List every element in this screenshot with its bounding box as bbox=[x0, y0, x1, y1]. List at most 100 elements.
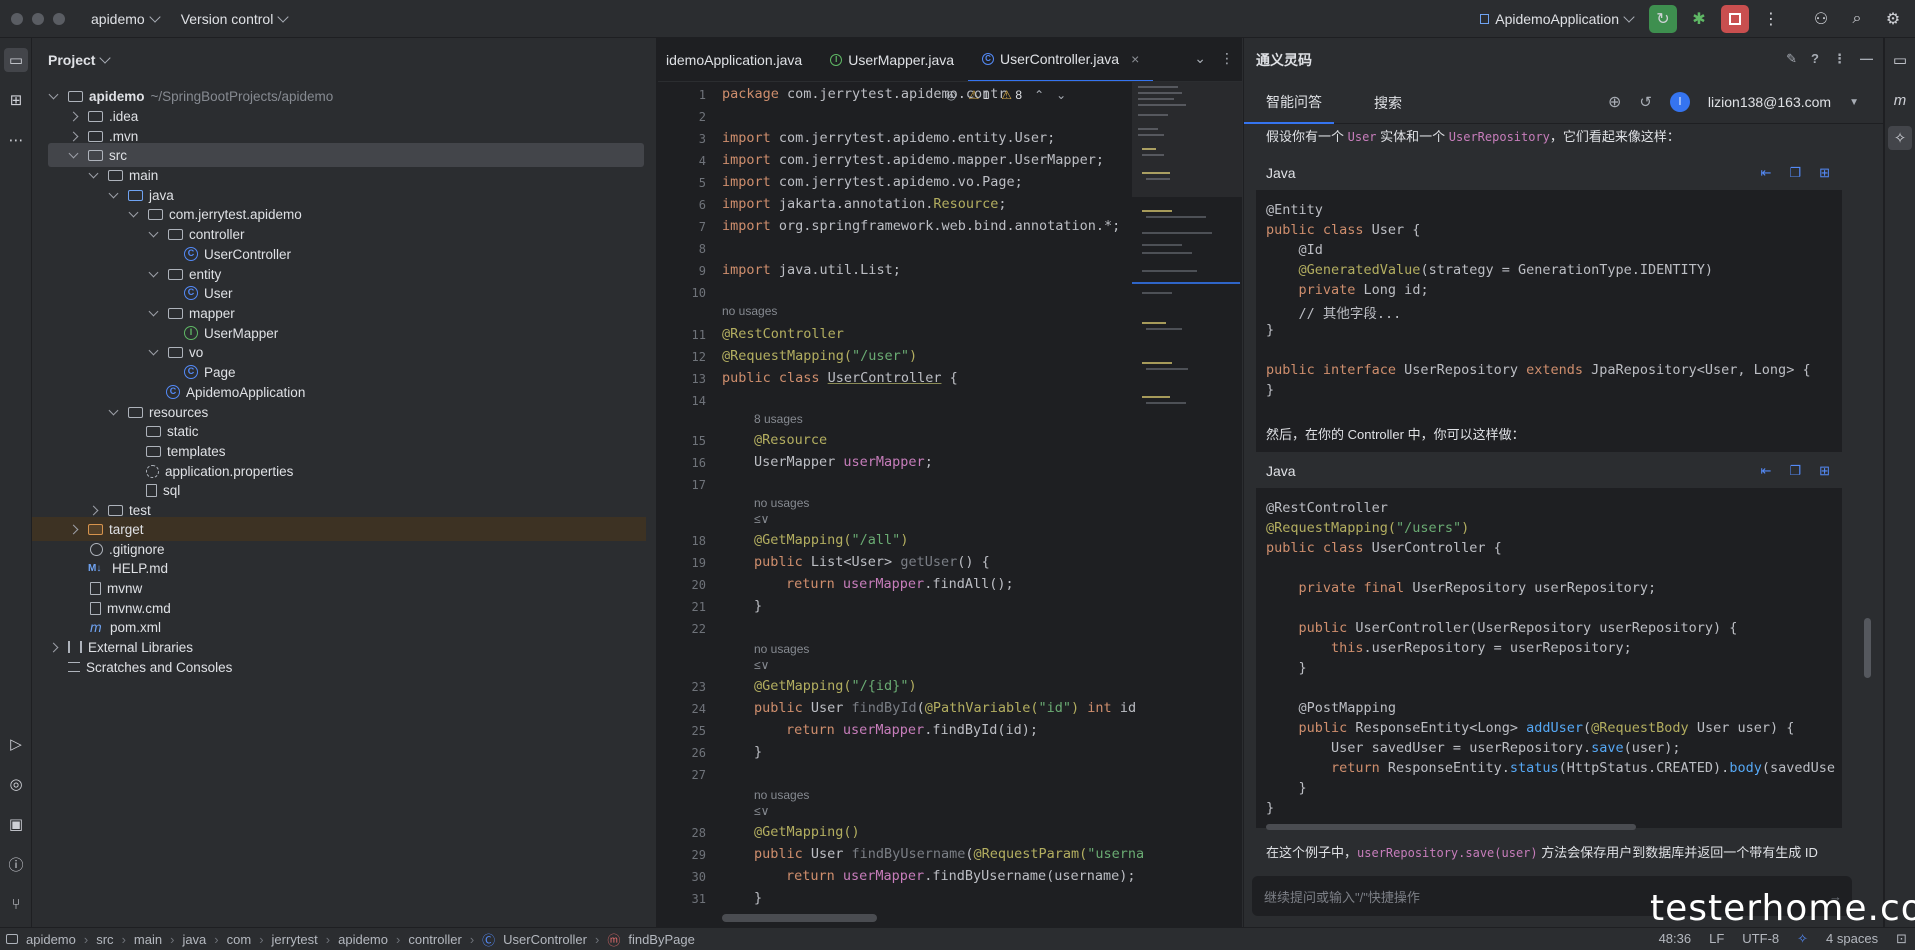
breadcrumb-item[interactable]: controller bbox=[408, 932, 461, 947]
breadcrumb-item[interactable]: com bbox=[227, 932, 252, 947]
line-number[interactable]: 24 bbox=[666, 702, 706, 716]
run-tool-button[interactable]: ▷ bbox=[4, 732, 28, 756]
line-separator[interactable]: LF bbox=[1709, 931, 1724, 947]
line-number[interactable]: 13 bbox=[666, 372, 706, 386]
ai-code-lens-icon[interactable]: ≤∨ bbox=[754, 804, 769, 818]
line-number[interactable]: 14 bbox=[666, 394, 706, 408]
add-user-button[interactable]: ⚇ bbox=[1807, 5, 1835, 33]
structure-tool-button[interactable]: ⊞ bbox=[4, 88, 28, 112]
line-number[interactable]: 5 bbox=[666, 176, 706, 190]
ai-code-lens-icon[interactable]: ≤∨ bbox=[754, 658, 769, 672]
breadcrumb-item[interactable]: UserController bbox=[503, 932, 587, 947]
lock-icon[interactable]: ⊡ bbox=[1896, 931, 1907, 947]
tongyi-status-icon[interactable]: ✧ bbox=[1797, 931, 1808, 947]
line-number[interactable]: 9 bbox=[666, 264, 706, 278]
line-number[interactable]: 16 bbox=[666, 456, 706, 470]
line-number[interactable]: 11 bbox=[666, 328, 706, 342]
more-tools-button[interactable]: ⋯ bbox=[4, 128, 28, 152]
vcs-menu[interactable]: Version control bbox=[181, 11, 289, 27]
settings-button[interactable]: ⚙ bbox=[1879, 5, 1907, 33]
line-number[interactable]: 27 bbox=[666, 768, 706, 782]
line-number[interactable]: 29 bbox=[666, 848, 706, 862]
code-area[interactable]: package com.jerrytest.apidemo.contr impo… bbox=[722, 82, 1188, 927]
horizontal-scrollbar[interactable] bbox=[722, 914, 877, 922]
breadcrumb-item[interactable]: java bbox=[182, 932, 206, 947]
breadcrumb-item[interactable]: jerrytest bbox=[272, 932, 318, 947]
rerun-button[interactable]: ↻ bbox=[1649, 5, 1677, 33]
stop-button[interactable] bbox=[1721, 5, 1749, 33]
tab-search[interactable]: 搜索 bbox=[1334, 82, 1414, 124]
line-number[interactable]: 7 bbox=[666, 220, 706, 234]
new-file-icon[interactable]: ⊞ bbox=[1819, 165, 1830, 181]
help-icon[interactable]: ? bbox=[1811, 51, 1819, 67]
problems-tool-button[interactable]: ⓘ bbox=[4, 852, 28, 876]
ai-panel-scrollbar[interactable] bbox=[1864, 618, 1871, 678]
line-number[interactable]: 1 bbox=[666, 88, 706, 102]
breadcrumb-item[interactable]: main bbox=[134, 932, 162, 947]
line-number[interactable]: 21 bbox=[666, 600, 706, 614]
line-number[interactable]: 28 bbox=[666, 826, 706, 840]
line-number[interactable]: 19 bbox=[666, 556, 706, 570]
breadcrumb-item[interactable]: findByPage bbox=[628, 932, 695, 947]
account-name[interactable]: lizion138@163.com bbox=[1708, 94, 1831, 110]
minimize-window-button[interactable] bbox=[32, 12, 44, 25]
close-tab-icon[interactable]: × bbox=[1131, 51, 1139, 67]
file-encoding[interactable]: UTF-8 bbox=[1742, 931, 1779, 947]
line-number[interactable]: 10 bbox=[666, 286, 706, 300]
usages-hint[interactable]: no usages bbox=[722, 304, 777, 318]
code-block-scrollbar[interactable] bbox=[1266, 824, 1636, 830]
search-everywhere-button[interactable]: ⌕ bbox=[1843, 5, 1871, 33]
history-icon[interactable]: ↺ bbox=[1639, 93, 1652, 111]
ai-code-lens-icon[interactable]: ≤∨ bbox=[754, 512, 769, 526]
maven-tool-button[interactable]: m bbox=[1888, 88, 1912, 112]
run-configuration-selector[interactable]: ApidemoApplication bbox=[1480, 11, 1635, 27]
breadcrumb-item[interactable]: apidemo bbox=[26, 932, 76, 947]
insert-code-icon[interactable]: ⇤ bbox=[1761, 463, 1772, 479]
avatar[interactable]: l bbox=[1669, 92, 1690, 112]
tab-list-chevron-icon[interactable]: ⌄ bbox=[1194, 50, 1206, 67]
project-tool-button[interactable]: ▭ bbox=[4, 48, 28, 72]
tab-usercontroller[interactable]: C UserController.java × bbox=[968, 38, 1154, 81]
tab-smart-qa[interactable]: 智能问答 bbox=[1244, 82, 1334, 124]
edit-icon[interactable]: ✎ bbox=[1786, 51, 1797, 67]
line-number[interactable]: 18 bbox=[666, 534, 706, 548]
usages-hint[interactable]: 8 usages bbox=[754, 412, 803, 426]
line-number[interactable]: 2 bbox=[666, 110, 706, 124]
tab-usermapper[interactable]: I UserMapper.java bbox=[816, 38, 968, 81]
more-vertical-icon[interactable]: ⋮ bbox=[1220, 50, 1234, 67]
tree-item-scratches[interactable]: Scratches and Consoles bbox=[32, 655, 646, 679]
more-actions-button[interactable]: ⋮ bbox=[1757, 5, 1785, 33]
line-number[interactable]: 23 bbox=[666, 680, 706, 694]
project-panel-header[interactable]: Project bbox=[32, 38, 656, 82]
project-switcher[interactable]: apidemo bbox=[91, 11, 161, 27]
minimize-icon[interactable]: — bbox=[1860, 51, 1873, 67]
window-controls[interactable] bbox=[11, 12, 65, 25]
line-number[interactable]: 22 bbox=[666, 622, 706, 636]
usages-hint[interactable]: no usages bbox=[754, 642, 809, 656]
usages-hint[interactable]: no usages bbox=[754, 496, 809, 510]
line-number[interactable]: 20 bbox=[666, 578, 706, 592]
breadcrumb-item[interactable]: src bbox=[96, 932, 113, 947]
git-tool-button[interactable]: ⑂ bbox=[4, 892, 28, 916]
line-number[interactable]: 4 bbox=[666, 154, 706, 168]
breadcrumb-item[interactable]: apidemo bbox=[338, 932, 388, 947]
line-number[interactable]: 3 bbox=[666, 132, 706, 146]
caret-down-icon[interactable]: ▼ bbox=[1849, 97, 1859, 108]
line-number[interactable]: 17 bbox=[666, 478, 706, 492]
line-number[interactable]: 8 bbox=[666, 242, 706, 256]
maximize-window-button[interactable] bbox=[53, 12, 65, 25]
new-file-icon[interactable]: ⊞ bbox=[1819, 463, 1830, 479]
line-number[interactable]: 26 bbox=[666, 746, 706, 760]
line-number[interactable]: 6 bbox=[666, 198, 706, 212]
line-number[interactable]: 31 bbox=[666, 892, 706, 906]
debug-button[interactable]: ✱ bbox=[1685, 5, 1713, 33]
line-number[interactable]: 12 bbox=[666, 350, 706, 364]
usages-hint[interactable]: no usages bbox=[754, 788, 809, 802]
indent-setting[interactable]: 4 spaces bbox=[1826, 931, 1878, 947]
line-number[interactable]: 15 bbox=[666, 434, 706, 448]
services-tool-button[interactable]: ◎ bbox=[4, 772, 28, 796]
code-minimap[interactable] bbox=[1132, 82, 1242, 927]
copy-icon[interactable]: ❐ bbox=[1789, 165, 1801, 181]
insert-code-icon[interactable]: ⇤ bbox=[1761, 165, 1772, 181]
copy-icon[interactable]: ❐ bbox=[1789, 463, 1801, 479]
